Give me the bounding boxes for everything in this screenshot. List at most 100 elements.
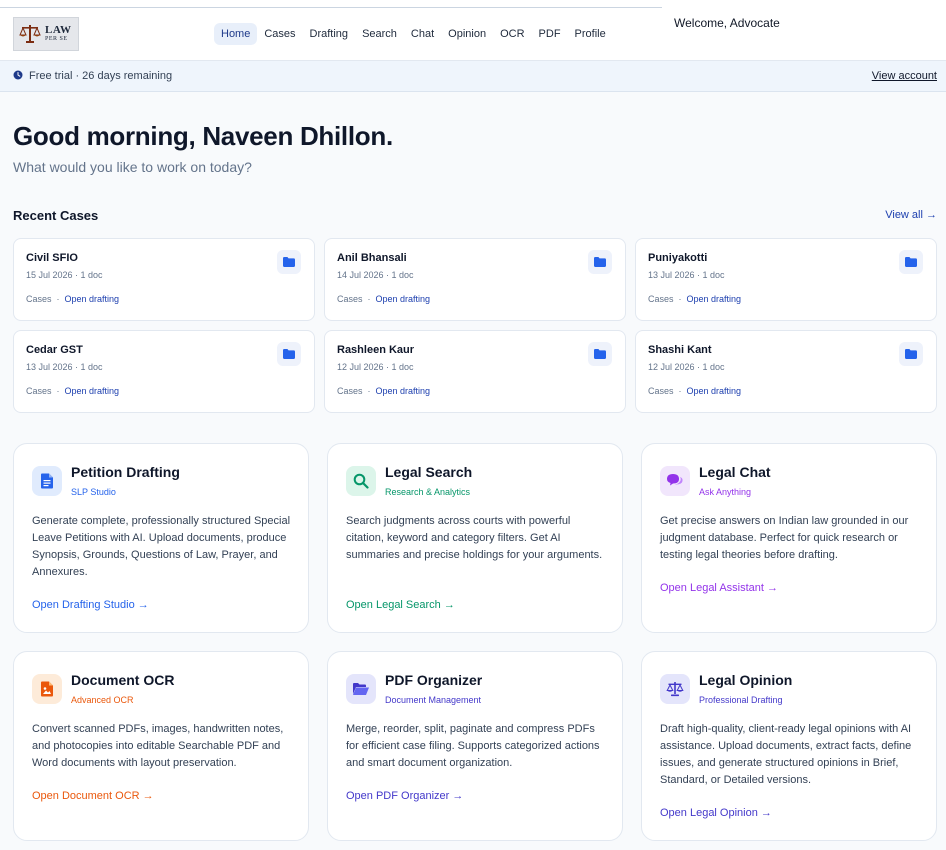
open-drafting-link[interactable]: Open drafting <box>687 386 742 396</box>
separator-dot: · <box>678 294 682 304</box>
folder-button[interactable] <box>588 342 612 366</box>
tool-subtitle: Document Management <box>385 695 482 705</box>
tool-subtitle: Ask Anything <box>699 487 752 497</box>
nav-home[interactable]: Home <box>214 23 258 45</box>
separator-dot: · <box>678 386 682 396</box>
open-document-ocr-link[interactable]: Open Document OCR → <box>32 790 154 802</box>
folder-button[interactable] <box>277 342 301 366</box>
tool-card-legal-chat[interactable]: Legal Chat Ask Anything Get precise answ… <box>641 443 937 633</box>
tool-icon-container <box>660 466 690 496</box>
open-pdf-organizer-link[interactable]: Open PDF Organizer → <box>346 790 463 802</box>
recent-cases-heading: Recent Cases <box>13 208 99 223</box>
app-logo[interactable]: LAW PER SE <box>13 17 79 51</box>
folder-button[interactable] <box>899 342 923 366</box>
tool-card-document-ocr[interactable]: Document OCR Advanced OCR Convert scanne… <box>13 651 309 841</box>
open-drafting-link[interactable]: Open drafting <box>65 386 120 396</box>
open-drafting-link[interactable]: Open drafting <box>687 294 742 304</box>
tool-description: Convert scanned PDFs, images, handwritte… <box>32 723 284 769</box>
view-account-link[interactable]: View account <box>872 70 937 82</box>
scales-logo-icon <box>19 25 41 43</box>
folder-open-icon <box>353 683 369 695</box>
view-all-link[interactable]: View all → <box>885 209 937 221</box>
case-footer: Cases · Open drafting <box>26 294 119 304</box>
open-legal-search-link[interactable]: Open Legal Search → <box>346 599 455 611</box>
folder-icon <box>594 349 606 359</box>
welcome-text: Welcome, Advocate <box>674 16 780 30</box>
page-subtitle: What would you like to work on today? <box>13 159 252 175</box>
clock-icon <box>13 70 23 80</box>
case-meta: 15 Jul 2026 · 1 doc <box>26 270 103 280</box>
folder-icon <box>905 257 917 267</box>
tool-title: Legal Opinion <box>699 672 793 688</box>
case-tag: Cases <box>337 386 363 396</box>
case-meta: 13 Jul 2026 · 1 doc <box>648 270 725 280</box>
trial-banner: Free trial · 26 days remaining View acco… <box>0 61 946 92</box>
nav-search[interactable]: Search <box>355 23 404 45</box>
page-title: Good morning, Naveen Dhillon. <box>13 121 393 151</box>
chat-icon <box>667 474 683 486</box>
folder-icon <box>283 349 295 359</box>
tool-card-legal-opinion[interactable]: Legal Opinion Professional Drafting Draf… <box>641 651 937 841</box>
case-footer: Cases · Open drafting <box>337 294 430 304</box>
separator-dot: · <box>367 386 371 396</box>
tool-card-petition-drafting[interactable]: Petition Drafting SLP Studio Generate co… <box>13 443 309 633</box>
header-divider <box>0 7 662 8</box>
case-meta: 12 Jul 2026 · 1 doc <box>337 362 414 372</box>
case-name: Anil Bhansali <box>337 252 407 264</box>
document-icon <box>41 473 53 489</box>
case-card[interactable]: Shashi Kant 12 Jul 2026 · 1 doc Cases · Op… <box>635 330 937 413</box>
folder-button[interactable] <box>277 250 301 274</box>
trial-status: Free trial · 26 days remaining <box>29 70 173 82</box>
tool-title: Document OCR <box>71 672 175 688</box>
nav-cases[interactable]: Cases <box>257 23 302 45</box>
image-file-icon <box>41 681 53 697</box>
tool-icon-container <box>346 466 376 496</box>
tool-description: Get precise answers on Indian law ground… <box>660 515 909 561</box>
tool-title: Legal Search <box>385 464 473 480</box>
nav-ocr[interactable]: OCR <box>493 23 531 45</box>
scales-icon <box>666 682 684 697</box>
case-footer: Cases · Open drafting <box>648 294 741 304</box>
top-header: LAW PER SE Home Cases Drafting Search Ch… <box>0 0 946 61</box>
open-legal-opinion-link[interactable]: Open Legal Opinion → <box>660 807 772 819</box>
case-name: Shashi Kant <box>648 344 712 356</box>
separator-dot: · <box>56 386 60 396</box>
nav-chat[interactable]: Chat <box>404 23 441 45</box>
nav-pdf[interactable]: PDF <box>532 23 568 45</box>
open-legal-assistant-link[interactable]: Open Legal Assistant → <box>660 582 778 594</box>
folder-button[interactable] <box>588 250 612 274</box>
folder-icon <box>905 349 917 359</box>
folder-icon <box>594 257 606 267</box>
separator-dot: · <box>367 294 371 304</box>
case-card[interactable]: Anil Bhansali 14 Jul 2026 · 1 doc Cases ·… <box>324 238 626 321</box>
case-meta: 13 Jul 2026 · 1 doc <box>26 362 103 372</box>
search-icon <box>353 473 369 489</box>
open-drafting-link[interactable]: Open drafting <box>65 294 120 304</box>
tool-description: Merge, reorder, split, paginate and comp… <box>346 723 600 769</box>
tool-card-legal-search[interactable]: Legal Search Research & Analytics Search… <box>327 443 623 633</box>
folder-button[interactable] <box>899 250 923 274</box>
case-meta: 14 Jul 2026 · 1 doc <box>337 270 414 280</box>
open-drafting-studio-link[interactable]: Open Drafting Studio → <box>32 599 149 611</box>
case-tag: Cases <box>26 294 52 304</box>
case-card[interactable]: Puniyakotti 13 Jul 2026 · 1 doc Cases · Op… <box>635 238 937 321</box>
nav-drafting[interactable]: Drafting <box>303 23 356 45</box>
logo-wordmark: LAW PER SE <box>45 25 72 43</box>
tool-description: Search judgments across courts with powe… <box>346 515 603 561</box>
case-tag: Cases <box>648 294 674 304</box>
tool-icon-container <box>32 674 62 704</box>
tool-subtitle: Advanced OCR <box>71 695 134 705</box>
logo-line1: LAW <box>45 24 72 36</box>
case-card[interactable]: Rashleen Kaur 12 Jul 2026 · 1 doc Cases ·… <box>324 330 626 413</box>
case-name: Cedar GST <box>26 344 83 356</box>
tool-title: PDF Organizer <box>385 672 483 688</box>
nav-profile[interactable]: Profile <box>568 23 613 45</box>
open-drafting-link[interactable]: Open drafting <box>376 294 431 304</box>
case-card[interactable]: Cedar GST 13 Jul 2026 · 1 doc Cases · Open… <box>13 330 315 413</box>
open-drafting-link[interactable]: Open drafting <box>376 386 431 396</box>
nav-opinion[interactable]: Opinion <box>441 23 493 45</box>
tool-card-pdf-organizer[interactable]: PDF Organizer Document Management Merge,… <box>327 651 623 841</box>
case-card[interactable]: Civil SFIO 15 Jul 2026 · 1 doc Cases · Ope… <box>13 238 315 321</box>
case-footer: Cases · Open drafting <box>648 386 741 396</box>
case-footer: Cases · Open drafting <box>26 386 119 396</box>
